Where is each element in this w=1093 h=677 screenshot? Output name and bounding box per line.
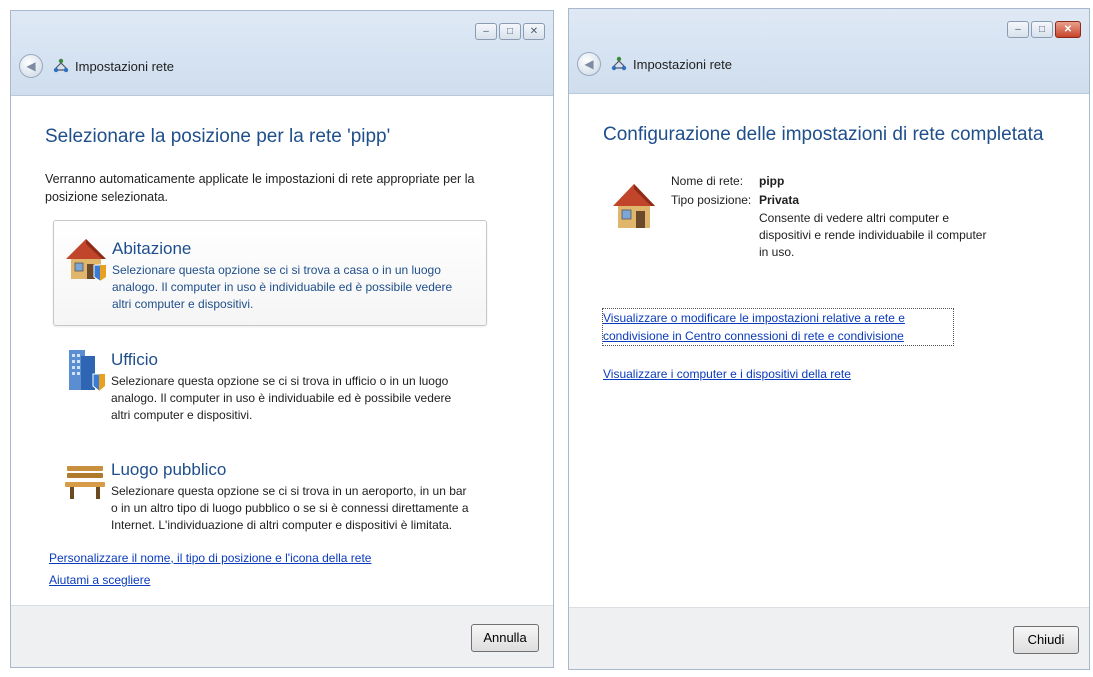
option-title: Luogo pubblico: [111, 460, 227, 479]
location-type-row: Tipo posizione: Privata: [671, 191, 999, 210]
nav-title: Impostazioni rete: [75, 58, 174, 74]
option-title: Ufficio: [111, 350, 158, 369]
home-icon: [611, 180, 657, 232]
back-button[interactable]: ◀: [19, 54, 43, 78]
page-title: Configurazione delle impostazioni di ret…: [603, 124, 1044, 145]
minimize-button[interactable]: –: [475, 23, 497, 40]
option-home[interactable]: Abitazione Selezionare questa opzione se…: [53, 220, 487, 326]
network-name-row: Nome di rete: pipp: [671, 172, 999, 191]
help-links: Personalizzare il nome, il tipo di posiz…: [49, 547, 371, 591]
close-dialog-button[interactable]: Chiudi: [1013, 626, 1079, 654]
network-info: Nome di rete: pipp Tipo posizione: Priva…: [611, 172, 1055, 261]
nav-title: Impostazioni rete: [633, 56, 732, 72]
dialog-footer: Chiudi: [569, 607, 1089, 669]
network-details: Nome di rete: pipp Tipo posizione: Priva…: [671, 172, 999, 261]
network-center-link[interactable]: Visualizzare o modificare le impostazion…: [602, 308, 954, 346]
option-description: Selezionare questa opzione se ci si trov…: [111, 374, 452, 422]
location-type-description: Consente di vedere altri computer e disp…: [759, 211, 987, 259]
option-office[interactable]: Ufficio Selezionare questa opzione se ci…: [53, 332, 487, 436]
nav-bar: ◀ Impostazioni rete: [577, 52, 732, 76]
network-icon: [53, 58, 69, 74]
dialog-content: Selezionare la posizione per la rete 'pi…: [11, 126, 553, 546]
network-location-dialog: – □ ✕ ◀ Impostazioni rete Selezionare la…: [10, 10, 554, 668]
location-type-label: Tipo posizione:: [671, 193, 752, 207]
action-links: Visualizzare o modificare le impostazion…: [602, 308, 1055, 383]
location-type-value: Privata: [759, 193, 800, 207]
dialog-footer: Annulla: [11, 605, 553, 667]
network-icon: [611, 56, 627, 72]
network-name-label: Nome di rete:: [671, 174, 744, 188]
dialog-content: Configurazione delle impostazioni di ret…: [569, 124, 1089, 383]
maximize-button[interactable]: □: [499, 23, 521, 40]
page-title: Selezionare la posizione per la rete 'pi…: [45, 126, 391, 147]
minimize-button[interactable]: –: [1007, 21, 1029, 38]
close-button[interactable]: ✕: [1055, 21, 1081, 38]
customize-network-link[interactable]: Personalizzare il nome, il tipo di posiz…: [49, 547, 371, 569]
view-network-computers-link[interactable]: Visualizzare i computer e i dispositivi …: [603, 365, 953, 383]
intro-text: Verranno automaticamente applicate le im…: [45, 172, 475, 204]
window-controls: – □ ✕: [475, 23, 545, 40]
window-controls: – □ ✕: [1007, 21, 1081, 38]
network-setup-complete-dialog: – □ ✕ ◀ Impostazioni rete Configurazione…: [568, 8, 1090, 670]
option-public[interactable]: Luogo pubblico Selezionare questa opzion…: [53, 442, 487, 546]
close-button[interactable]: ✕: [523, 23, 545, 40]
maximize-button[interactable]: □: [1031, 21, 1053, 38]
window-chrome: – □ ✕ ◀ Impostazioni rete: [11, 11, 553, 96]
help-me-choose-link[interactable]: Aiutami a scegliere: [49, 569, 371, 591]
option-description: Selezionare questa opzione se ci si trov…: [112, 263, 453, 311]
network-name-value: pipp: [759, 174, 785, 188]
window-chrome: – □ ✕ ◀ Impostazioni rete: [569, 9, 1089, 94]
cancel-button[interactable]: Annulla: [471, 624, 539, 652]
option-description: Selezionare questa opzione se ci si trov…: [111, 484, 469, 532]
option-title: Abitazione: [112, 239, 192, 258]
back-button[interactable]: ◀: [577, 52, 601, 76]
office-building-icon: [63, 346, 107, 394]
home-icon: [64, 235, 108, 283]
park-bench-icon: [63, 456, 107, 504]
nav-bar: ◀ Impostazioni rete: [19, 54, 174, 78]
